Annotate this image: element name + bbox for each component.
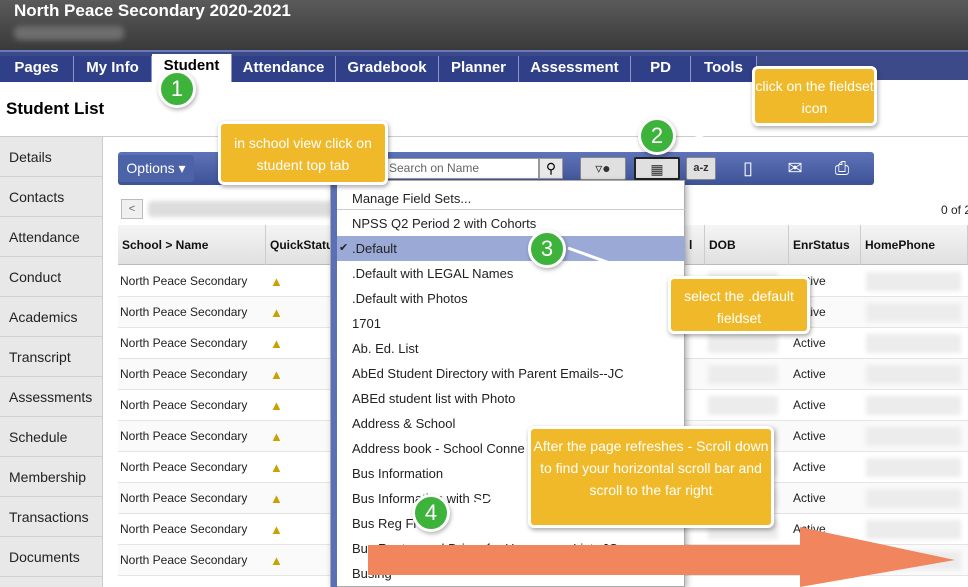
step-3-badge: 3 (528, 230, 566, 268)
step-4-badge: 4 (412, 494, 450, 532)
step-1-badge: 1 (158, 70, 196, 108)
scroll-right-arrow (368, 527, 955, 587)
callout-4: After the page refreshes - Scroll down t… (528, 426, 774, 528)
callout-1: in school view click on student top tab (218, 121, 388, 185)
callout-pointer-2 (679, 108, 761, 147)
step-2-badge: 2 (638, 117, 676, 155)
callout-3: select the .default fieldset (668, 276, 810, 334)
callout-2: click on the fieldset icon (752, 66, 877, 126)
